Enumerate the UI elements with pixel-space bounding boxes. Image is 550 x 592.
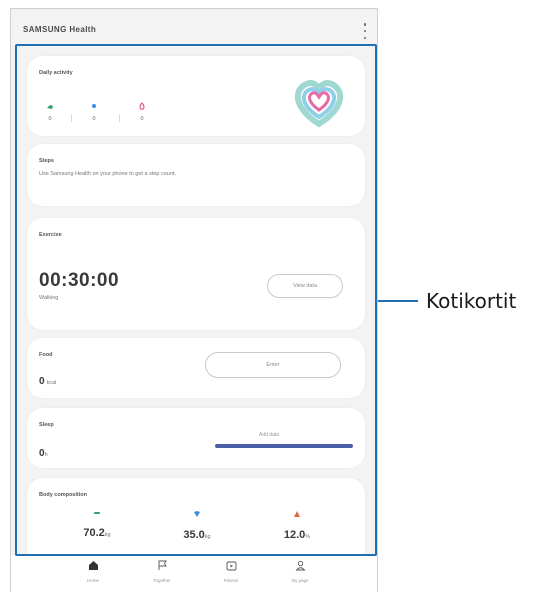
flag-icon bbox=[132, 560, 192, 574]
nav-fitness[interactable]: Fitness bbox=[201, 560, 261, 583]
activity-heart-icon bbox=[294, 80, 344, 128]
nav-label: Together bbox=[153, 578, 171, 583]
body-composition-card[interactable]: Body composition 70.2kg 35.0kg 12.0% bbox=[27, 478, 365, 554]
view-data-button[interactable]: View data bbox=[267, 274, 343, 298]
muscle-icon bbox=[157, 510, 237, 521]
sleep-goal-text: Add data bbox=[259, 432, 280, 438]
steps-card[interactable]: Steps Use Samsung Health on your phone t… bbox=[27, 144, 365, 206]
active-time-stat: 0 bbox=[77, 102, 111, 122]
home-cards-highlight: Daily activity 0 0 0 Steps Use Samsung H… bbox=[15, 44, 377, 556]
steps-description: Use Samsung Health on your phone to get … bbox=[39, 171, 176, 177]
body-fat-stat: 12.0% bbox=[257, 510, 337, 541]
exercise-subtitle: Walking bbox=[39, 295, 59, 301]
person-icon bbox=[270, 560, 330, 574]
more-options-icon[interactable] bbox=[363, 23, 367, 39]
daily-activity-card[interactable]: Daily activity 0 0 0 bbox=[27, 56, 365, 136]
weight-icon bbox=[57, 510, 137, 519]
flame-icon bbox=[125, 102, 159, 112]
sleep-progress-bar bbox=[215, 444, 353, 448]
divider bbox=[71, 114, 72, 122]
enter-food-button[interactable]: Enter bbox=[205, 352, 341, 378]
active-time-value: 0 bbox=[92, 116, 96, 122]
muscle-mass-stat: 35.0kg bbox=[157, 510, 237, 541]
sleep-value: 0h bbox=[39, 448, 48, 459]
play-icon bbox=[201, 560, 261, 574]
food-value: 0 kcal bbox=[39, 376, 57, 387]
exercise-card[interactable]: Exercise 00:30:00 Walking View data bbox=[27, 218, 365, 330]
nav-together[interactable]: Together bbox=[132, 560, 192, 583]
calories-value: 0 bbox=[140, 116, 144, 122]
nav-my-page[interactable]: My page bbox=[270, 560, 330, 583]
nav-label: Home bbox=[86, 578, 99, 583]
nav-label: Fitness bbox=[223, 578, 239, 583]
calories-stat: 0 bbox=[125, 102, 159, 122]
card-title: Steps bbox=[39, 158, 54, 164]
weight-value: 70.2kg bbox=[83, 527, 111, 539]
sleep-card[interactable]: Sleep 0h Add data bbox=[27, 408, 365, 468]
card-title: Food bbox=[39, 352, 53, 358]
callout-label: Kotikortit bbox=[426, 289, 517, 313]
steps-value: 0 bbox=[48, 116, 52, 122]
food-card[interactable]: Food 0 kcal Enter bbox=[27, 338, 365, 398]
home-icon bbox=[63, 560, 123, 574]
shoe-icon bbox=[33, 102, 67, 112]
exercise-time: 00:30:00 bbox=[39, 270, 120, 291]
card-title: Body composition bbox=[39, 492, 87, 498]
steps-stat: 0 bbox=[33, 102, 67, 122]
divider bbox=[119, 114, 120, 122]
clock-dot-icon bbox=[77, 102, 111, 112]
card-title: Exercise bbox=[39, 232, 62, 238]
fat-value: 12.0% bbox=[283, 529, 311, 541]
nav-label: My page bbox=[291, 578, 309, 583]
nav-home[interactable]: Home bbox=[63, 560, 123, 583]
bottom-nav: Home Together Fitness My page bbox=[11, 556, 377, 592]
card-title: Daily activity bbox=[39, 70, 73, 76]
body-weight-stat: 70.2kg bbox=[57, 510, 137, 539]
card-title: Sleep bbox=[39, 422, 54, 428]
callout-line bbox=[378, 300, 418, 302]
fat-icon bbox=[257, 510, 337, 521]
muscle-value: 35.0kg bbox=[183, 529, 211, 541]
app-title: SAMSUNG Health bbox=[23, 25, 97, 34]
